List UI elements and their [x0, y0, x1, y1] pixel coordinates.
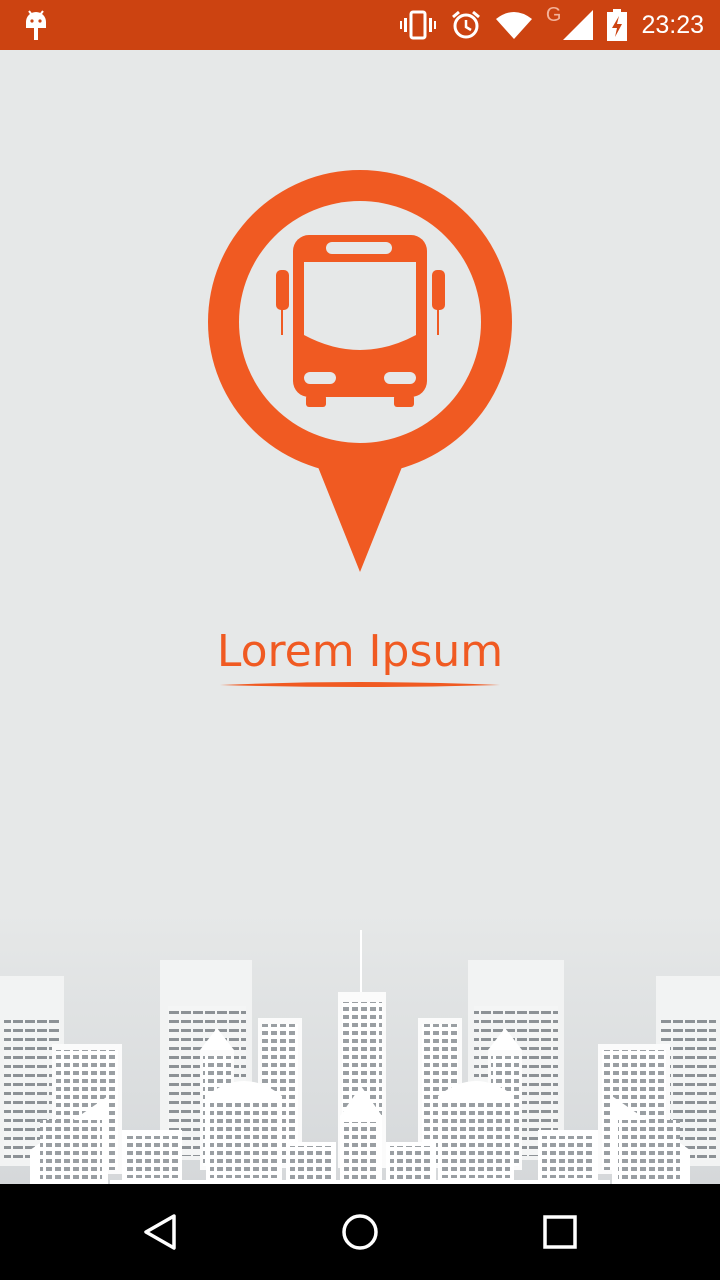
status-bar: G 23:23: [0, 0, 720, 50]
vibrate-icon: [399, 10, 436, 40]
brand-name: Lorem Ipsum: [216, 626, 504, 677]
wifi-icon: [495, 12, 532, 39]
home-icon[interactable]: [334, 1206, 386, 1258]
navigation-bar: [0, 1184, 720, 1280]
cell-signal-icon: [563, 10, 594, 40]
recents-icon[interactable]: [534, 1206, 586, 1258]
back-icon[interactable]: [134, 1206, 186, 1258]
city-skyline-illustration: [0, 910, 720, 1184]
android-debug-icon: [26, 10, 46, 40]
alarm-icon: [451, 10, 480, 39]
battery-charging-icon: [607, 9, 628, 41]
splash-screen: Lorem Ipsum: [0, 50, 720, 1184]
network-type-label: G: [545, 3, 562, 26]
bus-location-pin-icon: [208, 170, 512, 572]
brand-underline: [220, 682, 500, 687]
clock: 23:23: [641, 10, 704, 39]
